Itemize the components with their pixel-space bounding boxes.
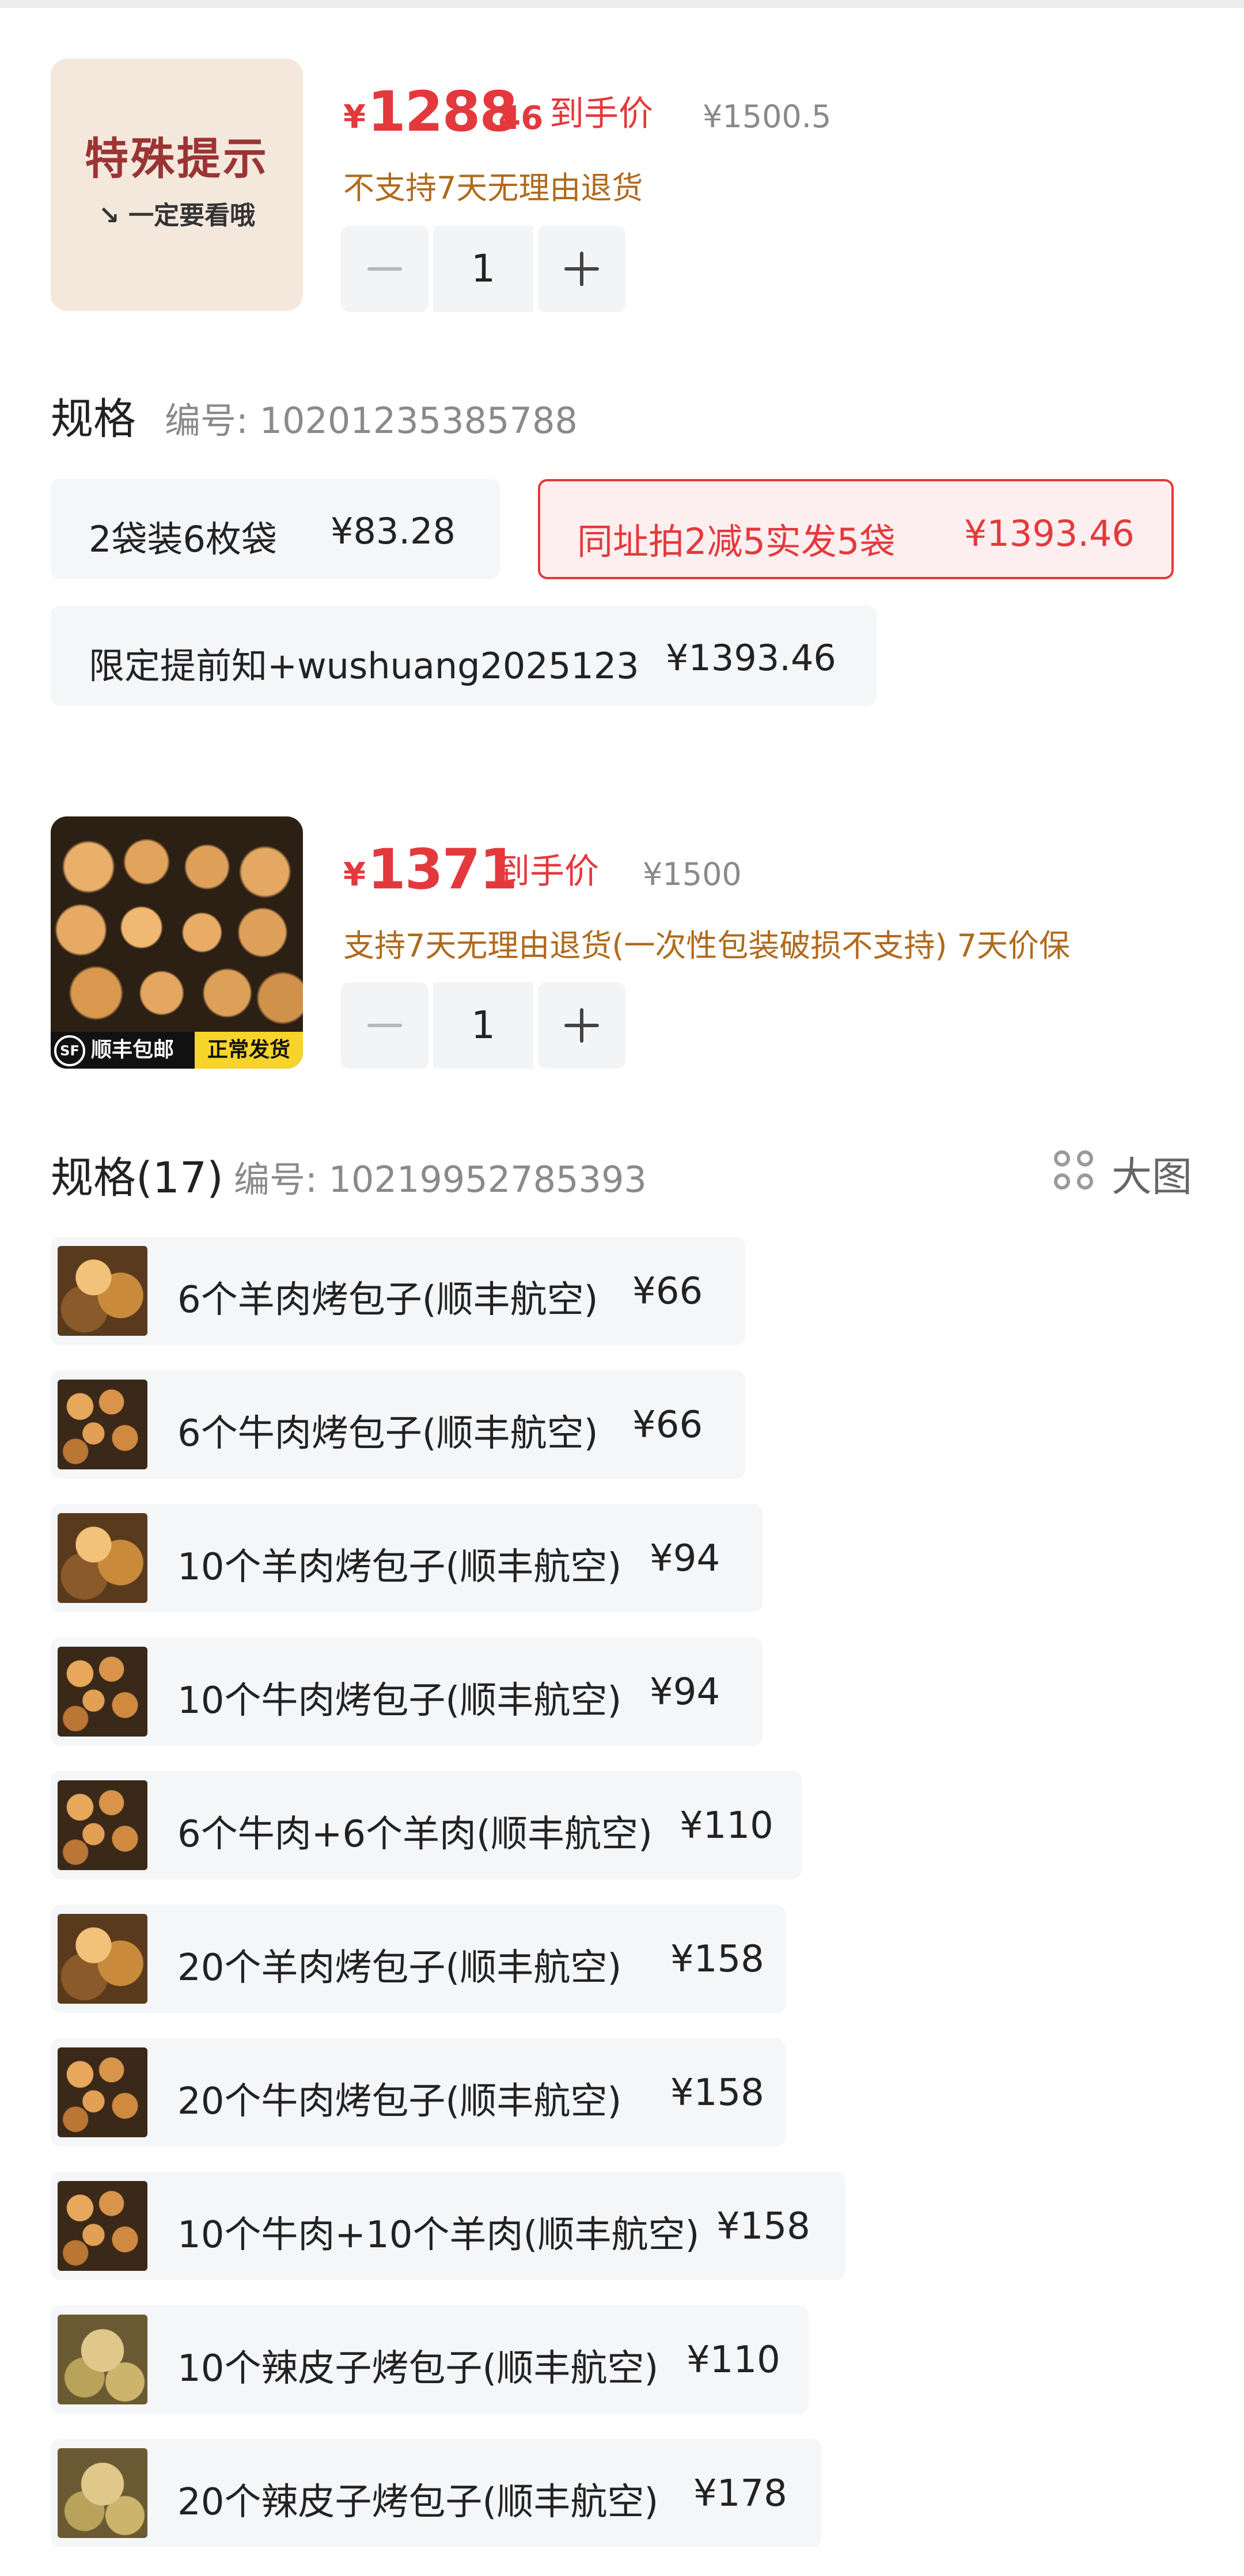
quantity-stepper: 1 (341, 982, 625, 1069)
product-thumbnail[interactable]: SF 顺丰包邮 正常发货 (51, 816, 303, 1069)
minus-icon (367, 1024, 402, 1027)
tray-buns-thumbnail (58, 2181, 147, 2271)
spec-row[interactable]: 6个牛肉烤包子(顺丰航空) ¥66 (51, 1370, 745, 1479)
price-row: ¥ 1288 .46 到手价 ¥1500.5 (343, 79, 862, 144)
notice-thumbnail[interactable]: 特殊提示 ↘ 一定要看哦 (51, 59, 303, 311)
spec-row[interactable]: 6个羊肉烤包子(顺丰航空) ¥66 (51, 1237, 745, 1345)
spec-row[interactable]: 10个羊肉烤包子(顺丰航空) ¥94 (51, 1504, 763, 1612)
return-policy: 支持7天无理由退货(一次性包装破损不支持) 7天价保 (343, 928, 1071, 964)
spec-code: 编号: 10201235385788 (165, 400, 578, 442)
price-decimal: .46 (486, 100, 544, 137)
pepper-bun-thumbnail (58, 2448, 147, 2538)
price-integer: 1371 (367, 837, 518, 902)
big-image-label: 大图 (1112, 1153, 1192, 1200)
lamb-bun-thumbnail (58, 1246, 147, 1336)
badge-normal-shipping: 正常发货 (195, 1032, 303, 1069)
spec-option-selected[interactable]: 同址拍2减5实发5袋 ¥1393.46 (538, 479, 1174, 579)
decrease-button[interactable] (341, 226, 428, 312)
currency-symbol: ¥ (343, 98, 366, 136)
price-row: ¥ 1371 到手价 ¥1500 (343, 837, 862, 902)
spec-row[interactable]: 10个牛肉烤包子(顺丰航空) ¥94 (51, 1637, 763, 1746)
tray-buns-thumbnail (58, 1647, 147, 1737)
final-price-tag: 到手价 (549, 94, 653, 134)
increase-button[interactable] (538, 982, 625, 1069)
tray-buns-thumbnail (58, 1780, 147, 1870)
spec-row[interactable]: 20个牛肉烤包子(顺丰航空) ¥158 (51, 2038, 786, 2146)
tray-buns-thumbnail (58, 1380, 147, 1469)
spec-option[interactable]: 2袋装6枚袋 ¥83.28 (51, 479, 500, 579)
spec-option[interactable]: 限定提前知+wushuang2025123 ¥1393.46 (51, 606, 877, 706)
big-image-toggle[interactable]: 大图 (1054, 1145, 1192, 1203)
quantity-value[interactable]: 1 (433, 982, 533, 1069)
lamb-bun-thumbnail (58, 1914, 147, 2004)
pepper-bun-thumbnail (58, 2315, 147, 2404)
notice-title: 特殊提示 (85, 133, 269, 184)
spec-row[interactable]: 6个牛肉+6个羊肉(顺丰航空) ¥110 (51, 1771, 802, 1879)
grid-view-icon (1054, 1150, 1095, 1192)
spec-row[interactable]: 20个羊肉烤包子(顺丰航空) ¥158 (51, 1905, 786, 2013)
spec-row[interactable]: 10个辣皮子烤包子(顺丰航空) ¥110 (51, 2305, 809, 2414)
notice-subtitle: ↘ 一定要看哦 (98, 201, 256, 230)
final-price-tag: 到手价 (495, 852, 599, 892)
spec-heading: 规格(17) (51, 1153, 223, 1203)
currency-symbol: ¥ (343, 856, 366, 894)
shipping-badge: SF 顺丰包邮 正常发货 (51, 1032, 303, 1069)
spec-code: 编号: 10219952785393 (234, 1158, 647, 1200)
sf-logo-icon: SF (54, 1035, 85, 1066)
quantity-value[interactable]: 1 (433, 226, 533, 312)
return-policy: 不支持7天无理由退货 (343, 170, 643, 206)
decrease-button[interactable] (341, 982, 428, 1069)
original-price: ¥1500.5 (703, 98, 832, 135)
spec-row[interactable]: 20个辣皮子烤包子(顺丰航空) ¥178 (51, 2439, 821, 2547)
original-price: ¥1500 (643, 856, 742, 892)
badge-free-shipping: 顺丰包邮 (91, 1038, 175, 1062)
spec-heading: 规格 (51, 394, 136, 444)
spec-row[interactable]: 10个牛肉+10个羊肉(顺丰航空) ¥158 (51, 2172, 845, 2280)
quantity-stepper: 1 (341, 226, 625, 312)
increase-button[interactable] (538, 226, 625, 312)
minus-icon (367, 267, 402, 271)
tray-buns-thumbnail (58, 2047, 147, 2137)
lamb-bun-thumbnail (58, 1513, 147, 1603)
top-divider (0, 0, 1244, 8)
